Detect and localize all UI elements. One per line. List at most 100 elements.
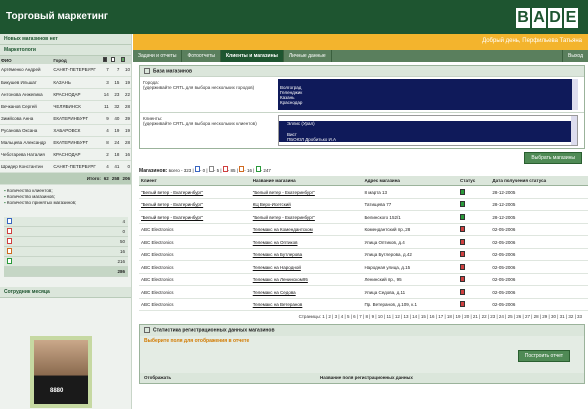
legend-accepted: Количество принятых магазинов; [4, 200, 127, 206]
th-status: Статус [458, 176, 491, 187]
status-icon[interactable] [460, 226, 466, 233]
status-date: 28-12-2005 [490, 210, 588, 224]
col-city: Город [52, 56, 102, 64]
clients-icon [101, 56, 110, 64]
th-date: Дата получения статуса [490, 176, 588, 187]
shop-link[interactable]: Телемакс на Народной [253, 265, 301, 270]
status-date: 28-12-2005 [490, 198, 588, 212]
table-row: ABC Electronics Телемакс на Оптиков Улица … [139, 235, 588, 249]
marketers-table: ФИО Город Артёменко Андрей САНКТ-ПЕТЕРБУР… [0, 56, 131, 185]
shop-address: Улица Седова, д.11 [362, 285, 459, 299]
table-row: ABC Electronics Телемакс на Народной Народ… [139, 260, 588, 274]
shop-link[interactable]: Телемакс на Бутлерова [253, 252, 302, 257]
client-name: ABC Electronics [141, 277, 174, 283]
shop-address: Комендантский пр.,28 [362, 223, 459, 237]
client-link[interactable]: "Белый ветер - Екатеринбург" [141, 215, 203, 220]
client-link[interactable]: "Белый ветер - Екатеринбург" [141, 190, 203, 195]
shop-link[interactable]: Телемакс на Оптиков [253, 240, 298, 245]
legend: Количество клиентов; Количество магазино… [0, 185, 131, 209]
tab-photos[interactable]: Фотоотчеты [182, 50, 221, 62]
shop-link[interactable]: Телемакс на Ленинском95 [253, 277, 308, 282]
tab-personal[interactable]: Личные данные [284, 50, 332, 62]
marketer-row[interactable]: Зимйсова Анна ЕКАТЕРИНБУРГ 9 40 39 [0, 112, 131, 125]
reg-title: Статистика регистрационных данных магази… [140, 325, 584, 336]
status-icon[interactable] [460, 263, 466, 270]
status-icon[interactable] [460, 188, 466, 195]
client-name: ABC Electronics [141, 289, 174, 295]
status-date: 02-05-2006 [490, 298, 588, 312]
marketer-row[interactable]: Русанова Оксана ХАБАРОВСК 4 19 19 [0, 124, 131, 137]
marketer-row[interactable]: Антонова Анжелика КРАСНОДАР 14 23 22 [0, 88, 131, 101]
th-shop: Название магазина [250, 176, 363, 187]
status-icon[interactable] [460, 276, 466, 283]
shop-summary: Магазинов: всего - 323 | - 0 | - 5 | - 8… [139, 166, 271, 175]
shop-link[interactable]: КЦ Верх-Исетский [253, 202, 291, 207]
shop-address: Белинского 152/1 [362, 210, 459, 224]
shop-filter-box: База магазинов Города: (удерживайте CRTL… [139, 65, 585, 150]
status-stat-row: 50 [4, 236, 128, 247]
brand-logo: BADE [516, 8, 578, 28]
shops-table: Клиент Название магазина Адрес магазина … [139, 176, 588, 312]
shop-address: 8 марта 13 [362, 185, 459, 199]
th-address: Адрес магазина [362, 176, 459, 187]
status-icon[interactable] [460, 301, 466, 308]
app-title: Торговый маркетинг [6, 11, 109, 22]
employee-title: Сотрудник месяца [0, 287, 131, 298]
marketer-row[interactable]: Мальцева Александр ЕКАТЕРИНБУРГ 8 24 28 [0, 136, 131, 149]
marketers-total: Итого: 62 258 206 [0, 172, 131, 185]
status-doc-icon [7, 248, 12, 254]
select-shops-button[interactable]: Выбрать магазины [524, 152, 582, 165]
collapse-icon[interactable] [144, 68, 150, 74]
client-name: ABC Electronics [141, 302, 174, 308]
table-row: ABC Electronics Телемакс на Седова Улица С… [139, 285, 588, 299]
scrollbar[interactable] [571, 116, 577, 146]
cities-select[interactable]: Волгоград Геленджик Казань Краснодар [278, 79, 578, 111]
status-stat-row: 16 [4, 246, 128, 257]
tab-tasks[interactable]: Задачи и отчеты [133, 50, 183, 62]
status-icon[interactable] [460, 288, 466, 295]
table-row: "Белый ветер - Екатеринбург" "Белый ветер… [139, 185, 588, 199]
marketers-title: Маркетологи [0, 45, 131, 56]
shop-link[interactable]: Телемакс на Ветеранов [253, 302, 303, 307]
status-stats-total: 286 [4, 266, 128, 277]
marketer-row[interactable]: Чеботарева Наталия КРАСНОДАР 2 18 16 [0, 148, 131, 161]
shop-link[interactable]: "Белый ветер - Екатеринбург" [253, 190, 315, 195]
shop-link[interactable]: Телемакс на Седова [253, 290, 296, 295]
collapse-icon[interactable] [144, 327, 150, 334]
status-icon[interactable] [460, 213, 466, 220]
greeting: Добрый день, Перфильева Татьяна [133, 34, 588, 50]
header: Торговый маркетинг BADE [0, 0, 588, 34]
shop-address: Улица Оптиков, д.4 [362, 235, 459, 249]
client-link[interactable]: "Белый ветер - Екатеринбург" [141, 202, 203, 207]
pagination[interactable]: Страницы: 1 | 2 | 3 | 4 | 5 | 6 | 7 | 8 … [133, 311, 588, 322]
status-icon[interactable] [460, 251, 466, 258]
marketer-row[interactable]: Артёменко Андрей САНКТ-ПЕТЕРБУРГ 7 7 10 [0, 64, 131, 77]
table-row: ABC Electronics Телемакс на Комендантском… [139, 223, 588, 237]
clients-select[interactable]: Эллис (Урал) Вист ПБОЮЛ Дробитько И.А [278, 115, 578, 147]
status-doc-icon [7, 228, 12, 234]
marketer-row[interactable]: Вечканов Сергей ЧЕЛЯБИНСК 11 32 28 [0, 100, 131, 113]
marketer-row[interactable]: Бикушев Ильшат КАЗАНЬ 3 15 19 [0, 76, 131, 89]
status-icon[interactable] [460, 238, 466, 245]
build-report-button[interactable]: Построить отчет [517, 350, 570, 363]
status-date: 02-05-2006 [490, 223, 588, 237]
status-date: 02-05-2006 [490, 260, 588, 274]
shop-link[interactable]: Телемакс на Комендантском [253, 227, 313, 232]
marketer-row[interactable]: Шридер Константин САНКТ-ПЕТЕРБУРГ 4 41 0 [0, 160, 131, 173]
client-name: ABC Electronics [141, 227, 174, 233]
filter-title: База магазинов [140, 66, 584, 77]
shop-address: Улица Бутлерова, д.42 [362, 248, 459, 262]
status-date: 02-05-2006 [490, 273, 588, 287]
scrollbar[interactable] [572, 79, 578, 111]
status-icon[interactable] [460, 201, 466, 208]
accepted-icon [120, 56, 131, 64]
status-doc-icon [7, 217, 12, 224]
shop-link[interactable]: "Белый ветер - Екатеринбург" [253, 215, 315, 220]
shop-address: Ленинский пр., 95 [362, 273, 459, 287]
logout-link[interactable]: Выход [562, 50, 588, 62]
employee-photo [34, 340, 88, 404]
tab-bar: Задачи и отчеты Фотоотчеты Клиенты и маг… [133, 50, 588, 62]
tab-clients[interactable]: Клиенты и магазины [221, 50, 284, 62]
table-row: "Белый ветер - Екатеринбург" КЦ Верх-Исет… [139, 198, 588, 212]
clients-label: Клиенты: (удерживайте CRTL для выбора не… [143, 116, 257, 127]
